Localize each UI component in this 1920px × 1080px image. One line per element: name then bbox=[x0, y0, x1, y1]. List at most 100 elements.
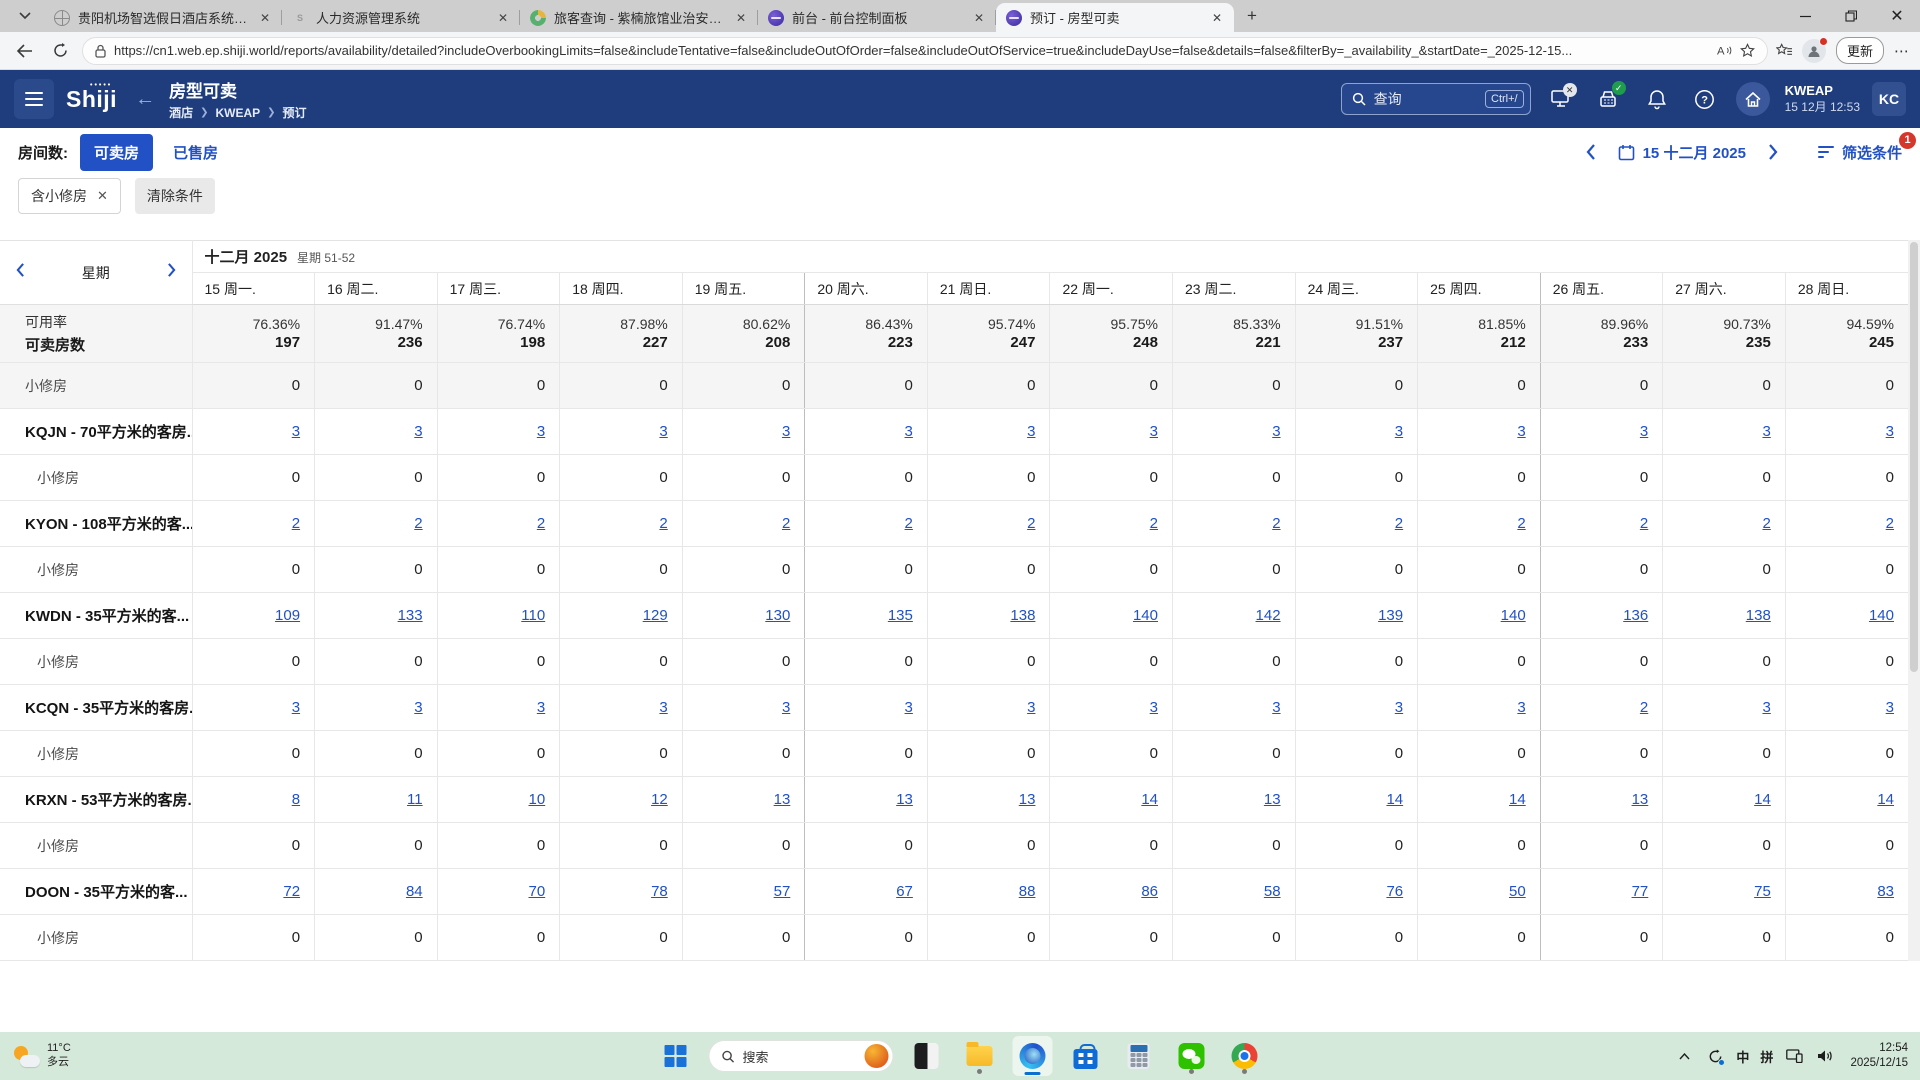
availability-link[interactable]: 2 bbox=[1027, 515, 1035, 532]
favorites-hub-icon[interactable] bbox=[1776, 43, 1792, 58]
availability-link[interactable]: 2 bbox=[1150, 515, 1158, 532]
availability-link[interactable]: 57 bbox=[774, 883, 791, 900]
clear-filters-button[interactable]: 清除条件 bbox=[135, 178, 215, 214]
sold-rooms-tab[interactable]: 已售房 bbox=[173, 142, 218, 163]
availability-link[interactable]: 2 bbox=[537, 515, 545, 532]
availability-link[interactable]: 3 bbox=[1640, 423, 1648, 440]
browser-tab-active[interactable]: 预订 - 房型可卖 ✕ bbox=[996, 3, 1234, 32]
availability-link[interactable]: 3 bbox=[1027, 699, 1035, 716]
ime-language-indicator[interactable]: 中 bbox=[1736, 1047, 1749, 1066]
availability-link[interactable]: 3 bbox=[782, 699, 790, 716]
date-picker[interactable]: 15 十二月 2025 bbox=[1618, 142, 1746, 163]
availability-link[interactable]: 13 bbox=[1264, 791, 1281, 808]
availability-link[interactable]: 142 bbox=[1256, 607, 1281, 624]
availability-link[interactable]: 2 bbox=[905, 515, 913, 532]
availability-link[interactable]: 77 bbox=[1632, 883, 1649, 900]
availability-link[interactable]: 58 bbox=[1264, 883, 1281, 900]
taskbar-weather-widget[interactable]: 11°C 多云 bbox=[12, 1042, 71, 1070]
availability-link[interactable]: 110 bbox=[521, 607, 545, 624]
availability-link[interactable]: 78 bbox=[651, 883, 668, 900]
availability-link[interactable]: 14 bbox=[1386, 791, 1403, 808]
prev-day-button[interactable] bbox=[1586, 144, 1596, 160]
availability-link[interactable]: 13 bbox=[774, 791, 791, 808]
availability-link[interactable]: 136 bbox=[1623, 607, 1648, 624]
availability-link[interactable]: 3 bbox=[1150, 699, 1158, 716]
microsoft-store-button[interactable] bbox=[1066, 1036, 1106, 1076]
availability-link[interactable]: 72 bbox=[283, 883, 300, 900]
new-tab-button[interactable]: + bbox=[1238, 2, 1266, 30]
availability-link[interactable]: 3 bbox=[414, 423, 422, 440]
filter-conditions-button[interactable]: 筛选条件 1 bbox=[1818, 142, 1902, 163]
availability-link[interactable]: 88 bbox=[1019, 883, 1036, 900]
availability-link[interactable]: 3 bbox=[1762, 423, 1770, 440]
hidden-icons-button[interactable] bbox=[1674, 1043, 1694, 1069]
availability-link[interactable]: 3 bbox=[659, 699, 667, 716]
availability-link[interactable]: 3 bbox=[1517, 699, 1525, 716]
availability-link[interactable]: 2 bbox=[659, 515, 667, 532]
taskbar-search-input[interactable]: 搜索 bbox=[709, 1040, 894, 1072]
availability-link[interactable]: 3 bbox=[1027, 423, 1035, 440]
availability-link[interactable]: 67 bbox=[896, 883, 913, 900]
availability-link[interactable]: 83 bbox=[1877, 883, 1894, 900]
availability-link[interactable]: 2 bbox=[1640, 699, 1648, 716]
start-button[interactable] bbox=[656, 1036, 696, 1076]
availability-link[interactable]: 10 bbox=[529, 791, 546, 808]
availability-link[interactable]: 3 bbox=[1395, 699, 1403, 716]
scrollbar-thumb[interactable] bbox=[1910, 242, 1918, 672]
minimize-button[interactable] bbox=[1782, 0, 1828, 32]
availability-link[interactable]: 14 bbox=[1754, 791, 1771, 808]
availability-link[interactable]: 140 bbox=[1501, 607, 1526, 624]
restore-button[interactable] bbox=[1828, 0, 1874, 32]
availability-link[interactable]: 3 bbox=[1886, 423, 1894, 440]
availability-link[interactable]: 138 bbox=[1010, 607, 1035, 624]
refresh-button[interactable] bbox=[46, 37, 74, 65]
browser-tab[interactable]: S 人力资源管理系统 ✕ bbox=[282, 3, 520, 32]
availability-link[interactable]: 2 bbox=[782, 515, 790, 532]
breadcrumb-item[interactable]: 酒店 bbox=[169, 104, 193, 121]
availability-link[interactable]: 14 bbox=[1141, 791, 1158, 808]
availability-link[interactable]: 2 bbox=[1762, 515, 1770, 532]
availability-link[interactable]: 138 bbox=[1746, 607, 1771, 624]
pinned-app-dark[interactable] bbox=[907, 1036, 947, 1076]
availability-link[interactable]: 86 bbox=[1141, 883, 1158, 900]
filter-chip-minor-repairs[interactable]: 含小修房 ✕ bbox=[18, 178, 121, 214]
availability-link[interactable]: 3 bbox=[1762, 699, 1770, 716]
availability-link[interactable]: 3 bbox=[292, 423, 300, 440]
availability-link[interactable]: 130 bbox=[765, 607, 790, 624]
availability-link[interactable]: 2 bbox=[1272, 515, 1280, 532]
availability-link[interactable]: 133 bbox=[398, 607, 423, 624]
availability-link[interactable]: 84 bbox=[406, 883, 423, 900]
availability-link[interactable]: 13 bbox=[1019, 791, 1036, 808]
availability-link[interactable]: 140 bbox=[1133, 607, 1158, 624]
availability-link[interactable]: 3 bbox=[782, 423, 790, 440]
availability-link[interactable]: 2 bbox=[1640, 515, 1648, 532]
available-rooms-tab[interactable]: 可卖房 bbox=[80, 134, 153, 171]
availability-link[interactable]: 3 bbox=[905, 423, 913, 440]
close-window-button[interactable]: ✕ bbox=[1874, 0, 1920, 32]
favorite-star-icon[interactable] bbox=[1740, 43, 1755, 58]
chip-remove-icon[interactable]: ✕ bbox=[97, 188, 108, 204]
browser-update-button[interactable]: 更新 bbox=[1836, 37, 1884, 64]
availability-link[interactable]: 139 bbox=[1378, 607, 1403, 624]
cashier-status-button[interactable]: ✓ bbox=[1591, 81, 1627, 117]
week-next-button[interactable] bbox=[167, 263, 176, 282]
availability-link[interactable]: 14 bbox=[1877, 791, 1894, 808]
availability-link[interactable]: 75 bbox=[1754, 883, 1771, 900]
availability-link[interactable]: 3 bbox=[905, 699, 913, 716]
browser-tab[interactable]: 贵阳机场智选假日酒店系统网址导 ✕ bbox=[44, 3, 282, 32]
availability-link[interactable]: 11 bbox=[407, 791, 423, 808]
availability-link[interactable]: 13 bbox=[896, 791, 913, 808]
page-back-button[interactable]: ← bbox=[133, 88, 157, 111]
calculator-button[interactable] bbox=[1119, 1036, 1159, 1076]
notifications-button[interactable] bbox=[1639, 81, 1675, 117]
volume-icon[interactable] bbox=[1815, 1043, 1835, 1069]
ime-pinyin-indicator[interactable]: 拼 bbox=[1760, 1047, 1773, 1066]
tab-close-icon[interactable]: ✕ bbox=[732, 9, 750, 27]
availability-link[interactable]: 50 bbox=[1509, 883, 1526, 900]
breadcrumb-item[interactable]: 预订 bbox=[283, 104, 307, 121]
availability-link[interactable]: 2 bbox=[292, 515, 300, 532]
vertical-scrollbar[interactable] bbox=[1908, 240, 1920, 961]
availability-link[interactable]: 3 bbox=[537, 699, 545, 716]
availability-link[interactable]: 3 bbox=[1395, 423, 1403, 440]
terminal-status-button[interactable]: ✕ bbox=[1543, 81, 1579, 117]
